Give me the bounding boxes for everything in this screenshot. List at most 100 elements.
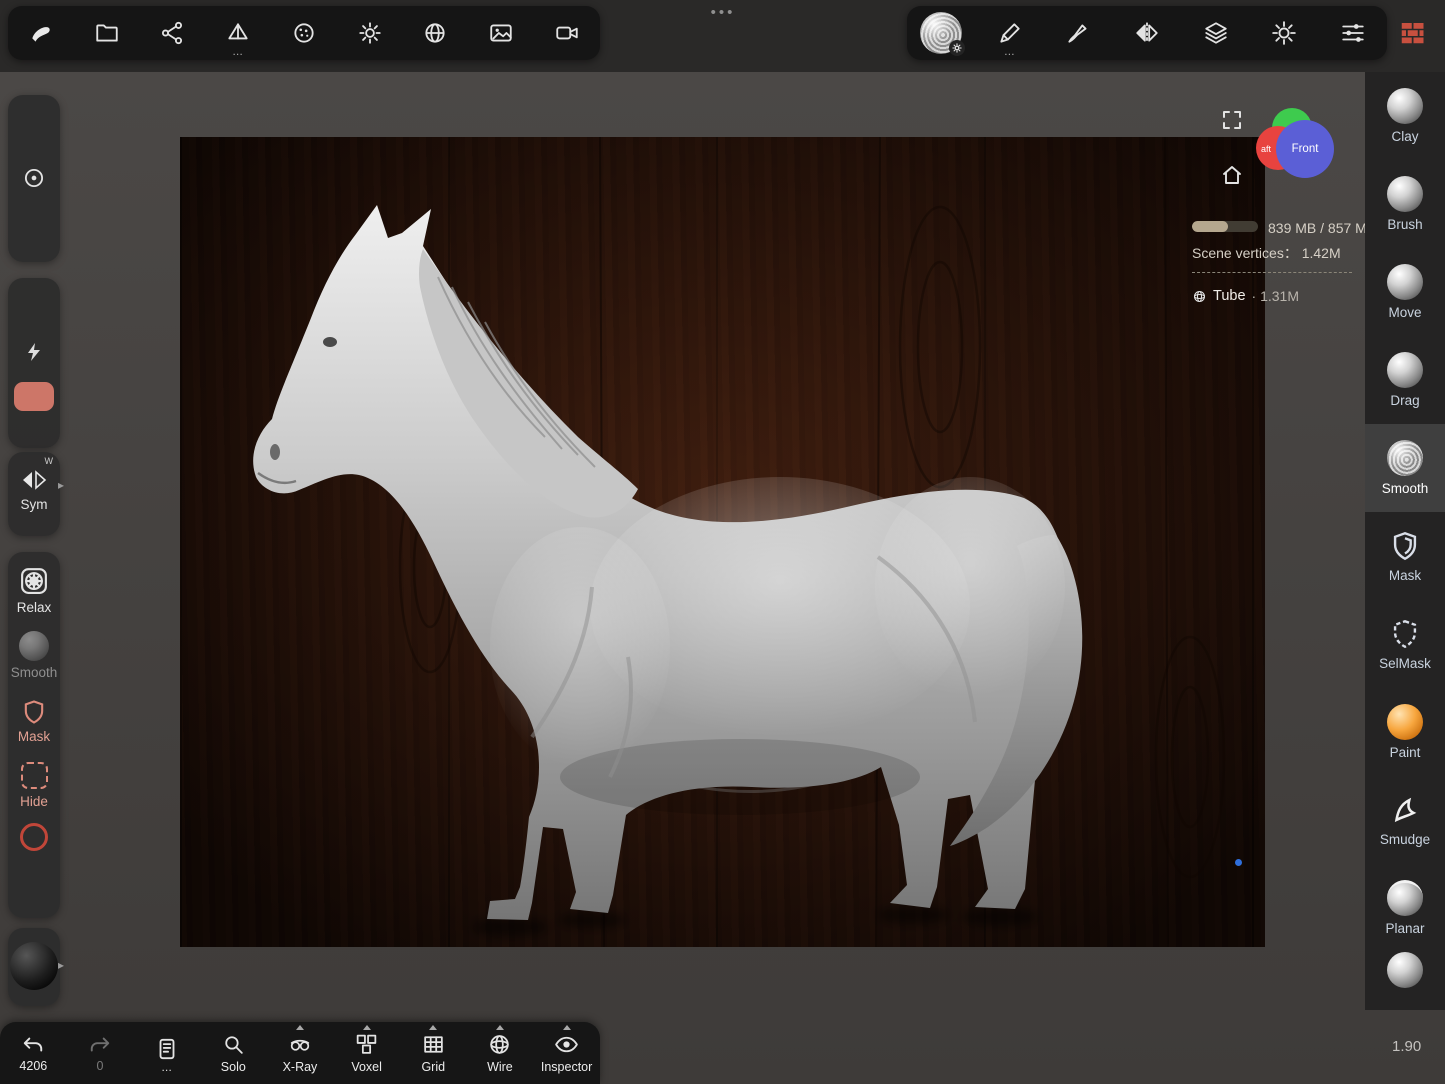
window-handle-dots[interactable]: ••• bbox=[700, 4, 746, 21]
orientation-gizmo[interactable]: aft Front bbox=[1256, 108, 1338, 188]
brush-modifiers-panel: Relax Smooth Mask Hide bbox=[8, 552, 60, 918]
grid-icon bbox=[424, 1036, 443, 1053]
inspector-button[interactable]: Inspector bbox=[536, 1022, 598, 1084]
lightning-icon[interactable] bbox=[22, 340, 46, 364]
mask-tool-label: Mask bbox=[1388, 568, 1422, 583]
scene-submenu-dots: … bbox=[232, 46, 245, 58]
relax-button[interactable]: Relax bbox=[8, 552, 60, 615]
horse-model bbox=[253, 136, 1226, 948]
grid-button[interactable]: Grid bbox=[402, 1022, 464, 1084]
voxel-cubes-icon bbox=[356, 1034, 377, 1054]
inspector-eye-icon bbox=[555, 1036, 578, 1053]
symmetry-mirror-icon[interactable] bbox=[1125, 11, 1169, 55]
lighting-sun-icon[interactable] bbox=[348, 11, 392, 55]
sliders-filter-icon[interactable] bbox=[1331, 11, 1375, 55]
tool-planar[interactable]: Planar bbox=[1365, 864, 1445, 952]
scene-menu-icon[interactable]: … bbox=[216, 11, 260, 58]
mask-shield-icon bbox=[24, 700, 44, 724]
layers-icon[interactable] bbox=[1194, 11, 1238, 55]
tool-clay[interactable]: Clay bbox=[1365, 72, 1445, 160]
bricks-topology-icon[interactable] bbox=[1392, 12, 1434, 54]
mask-button[interactable]: Mask bbox=[8, 680, 60, 744]
solo-button[interactable]: Solo bbox=[202, 1022, 264, 1084]
stats-divider bbox=[1192, 272, 1352, 273]
fullscreen-icon[interactable] bbox=[1220, 108, 1244, 132]
sym-label[interactable]: Sym bbox=[21, 497, 48, 512]
tools-sidebar: Clay Brush Move Drag Smooth Mask SelMask… bbox=[1365, 72, 1445, 1010]
object-vertex-count: · 1.31M bbox=[1251, 288, 1299, 304]
camera-icon[interactable] bbox=[545, 11, 589, 55]
object-name: Tube bbox=[1213, 288, 1246, 304]
xray-goggles-icon bbox=[290, 1039, 310, 1051]
memory-usage-bar bbox=[1192, 221, 1258, 232]
tool-smudge[interactable]: Smudge bbox=[1365, 776, 1445, 864]
redo-icon bbox=[90, 1037, 110, 1051]
symmetry-mode-badge: W bbox=[44, 456, 54, 466]
material-panel: ▸ bbox=[8, 928, 64, 1006]
tool-partial-bottom[interactable] bbox=[1365, 952, 1445, 1010]
clipped-red-tool-icon[interactable] bbox=[20, 823, 48, 851]
settings-gear-icon[interactable] bbox=[1262, 11, 1306, 55]
drag-tool-icon bbox=[1387, 352, 1423, 388]
sculpt-viewport[interactable] bbox=[180, 136, 1265, 948]
color-swatch-button[interactable] bbox=[14, 382, 54, 411]
matcap-icon[interactable] bbox=[282, 11, 326, 55]
relax-web-icon bbox=[21, 568, 47, 594]
voxel-button[interactable]: Voxel bbox=[336, 1022, 398, 1084]
wire-caret-icon bbox=[495, 1025, 504, 1030]
active-tool-thumbnail[interactable] bbox=[919, 11, 966, 56]
tool-smooth-selected[interactable]: Smooth bbox=[1365, 424, 1445, 512]
tool-drag[interactable]: Drag bbox=[1365, 336, 1445, 424]
brush-tool-icon bbox=[1387, 176, 1423, 212]
undo-button[interactable]: 4206 bbox=[2, 1022, 64, 1084]
clipped-tool-icon bbox=[1387, 952, 1423, 988]
hide-button[interactable]: Hide bbox=[8, 744, 60, 809]
background-image-icon[interactable] bbox=[479, 11, 523, 55]
inspector-caret-icon bbox=[562, 1025, 571, 1030]
selmask-tool-label: SelMask bbox=[1379, 656, 1431, 671]
environment-sphere-icon[interactable] bbox=[413, 11, 457, 55]
app-logo-icon[interactable] bbox=[19, 11, 63, 55]
tool-paint[interactable]: Paint bbox=[1365, 688, 1445, 776]
mask-label: Mask bbox=[17, 729, 51, 744]
top-left-toolbar: … bbox=[8, 6, 600, 60]
tool-selmask[interactable]: SelMask bbox=[1365, 600, 1445, 688]
tool-brush[interactable]: Brush bbox=[1365, 160, 1445, 248]
move-tool-icon bbox=[1387, 264, 1423, 300]
gizmo-axis-front[interactable]: Front bbox=[1276, 120, 1334, 178]
smooth-sphere-icon bbox=[19, 631, 49, 661]
selmask-tool-icon bbox=[1393, 619, 1417, 649]
redo-button[interactable]: 0 bbox=[69, 1022, 131, 1084]
notes-submenu-dots: … bbox=[161, 1061, 173, 1074]
notes-button[interactable]: … bbox=[136, 1022, 198, 1084]
object-stats-row: Tube · 1.31M bbox=[1192, 288, 1299, 304]
redo-count: 0 bbox=[96, 1058, 104, 1073]
wire-button[interactable]: Wire bbox=[469, 1022, 531, 1084]
wireframe-sphere-icon bbox=[490, 1035, 510, 1054]
stroke-dot-icon[interactable] bbox=[21, 165, 47, 191]
notebook-icon bbox=[159, 1038, 175, 1059]
scene-vertices-text: Scene vertices： 1.42M bbox=[1192, 245, 1341, 261]
smudge-tool-icon bbox=[1394, 797, 1417, 823]
symmetry-triangles-icon[interactable] bbox=[19, 468, 49, 492]
symmetry-panel: W Sym ▸ bbox=[8, 452, 64, 536]
xray-button[interactable]: X-Ray bbox=[269, 1022, 331, 1084]
paint-tool-label: Paint bbox=[1389, 745, 1421, 760]
undo-icon bbox=[24, 1037, 43, 1051]
intensity-panel bbox=[8, 278, 60, 448]
memory-usage-fill bbox=[1192, 221, 1229, 232]
tool-mask[interactable]: Mask bbox=[1365, 512, 1445, 600]
smooth-button-disabled[interactable]: Smooth bbox=[8, 615, 60, 680]
node-graph-icon[interactable] bbox=[150, 11, 194, 55]
material-paintbrush-icon[interactable] bbox=[1056, 11, 1100, 55]
material-sphere-preview[interactable] bbox=[10, 942, 58, 990]
xray-label: X-Ray bbox=[282, 1059, 318, 1074]
tool-move[interactable]: Move bbox=[1365, 248, 1445, 336]
inspector-label: Inspector bbox=[540, 1060, 593, 1074]
stroke-pencil-icon[interactable]: … bbox=[988, 11, 1032, 58]
memory-usage-text: 839 MB / 857 M bbox=[1268, 220, 1365, 236]
home-view-icon[interactable] bbox=[1220, 163, 1244, 187]
material-expand-arrow[interactable]: ▸ bbox=[58, 958, 64, 972]
files-folder-icon[interactable] bbox=[85, 11, 129, 55]
symmetry-expand-arrow[interactable]: ▸ bbox=[58, 478, 64, 492]
